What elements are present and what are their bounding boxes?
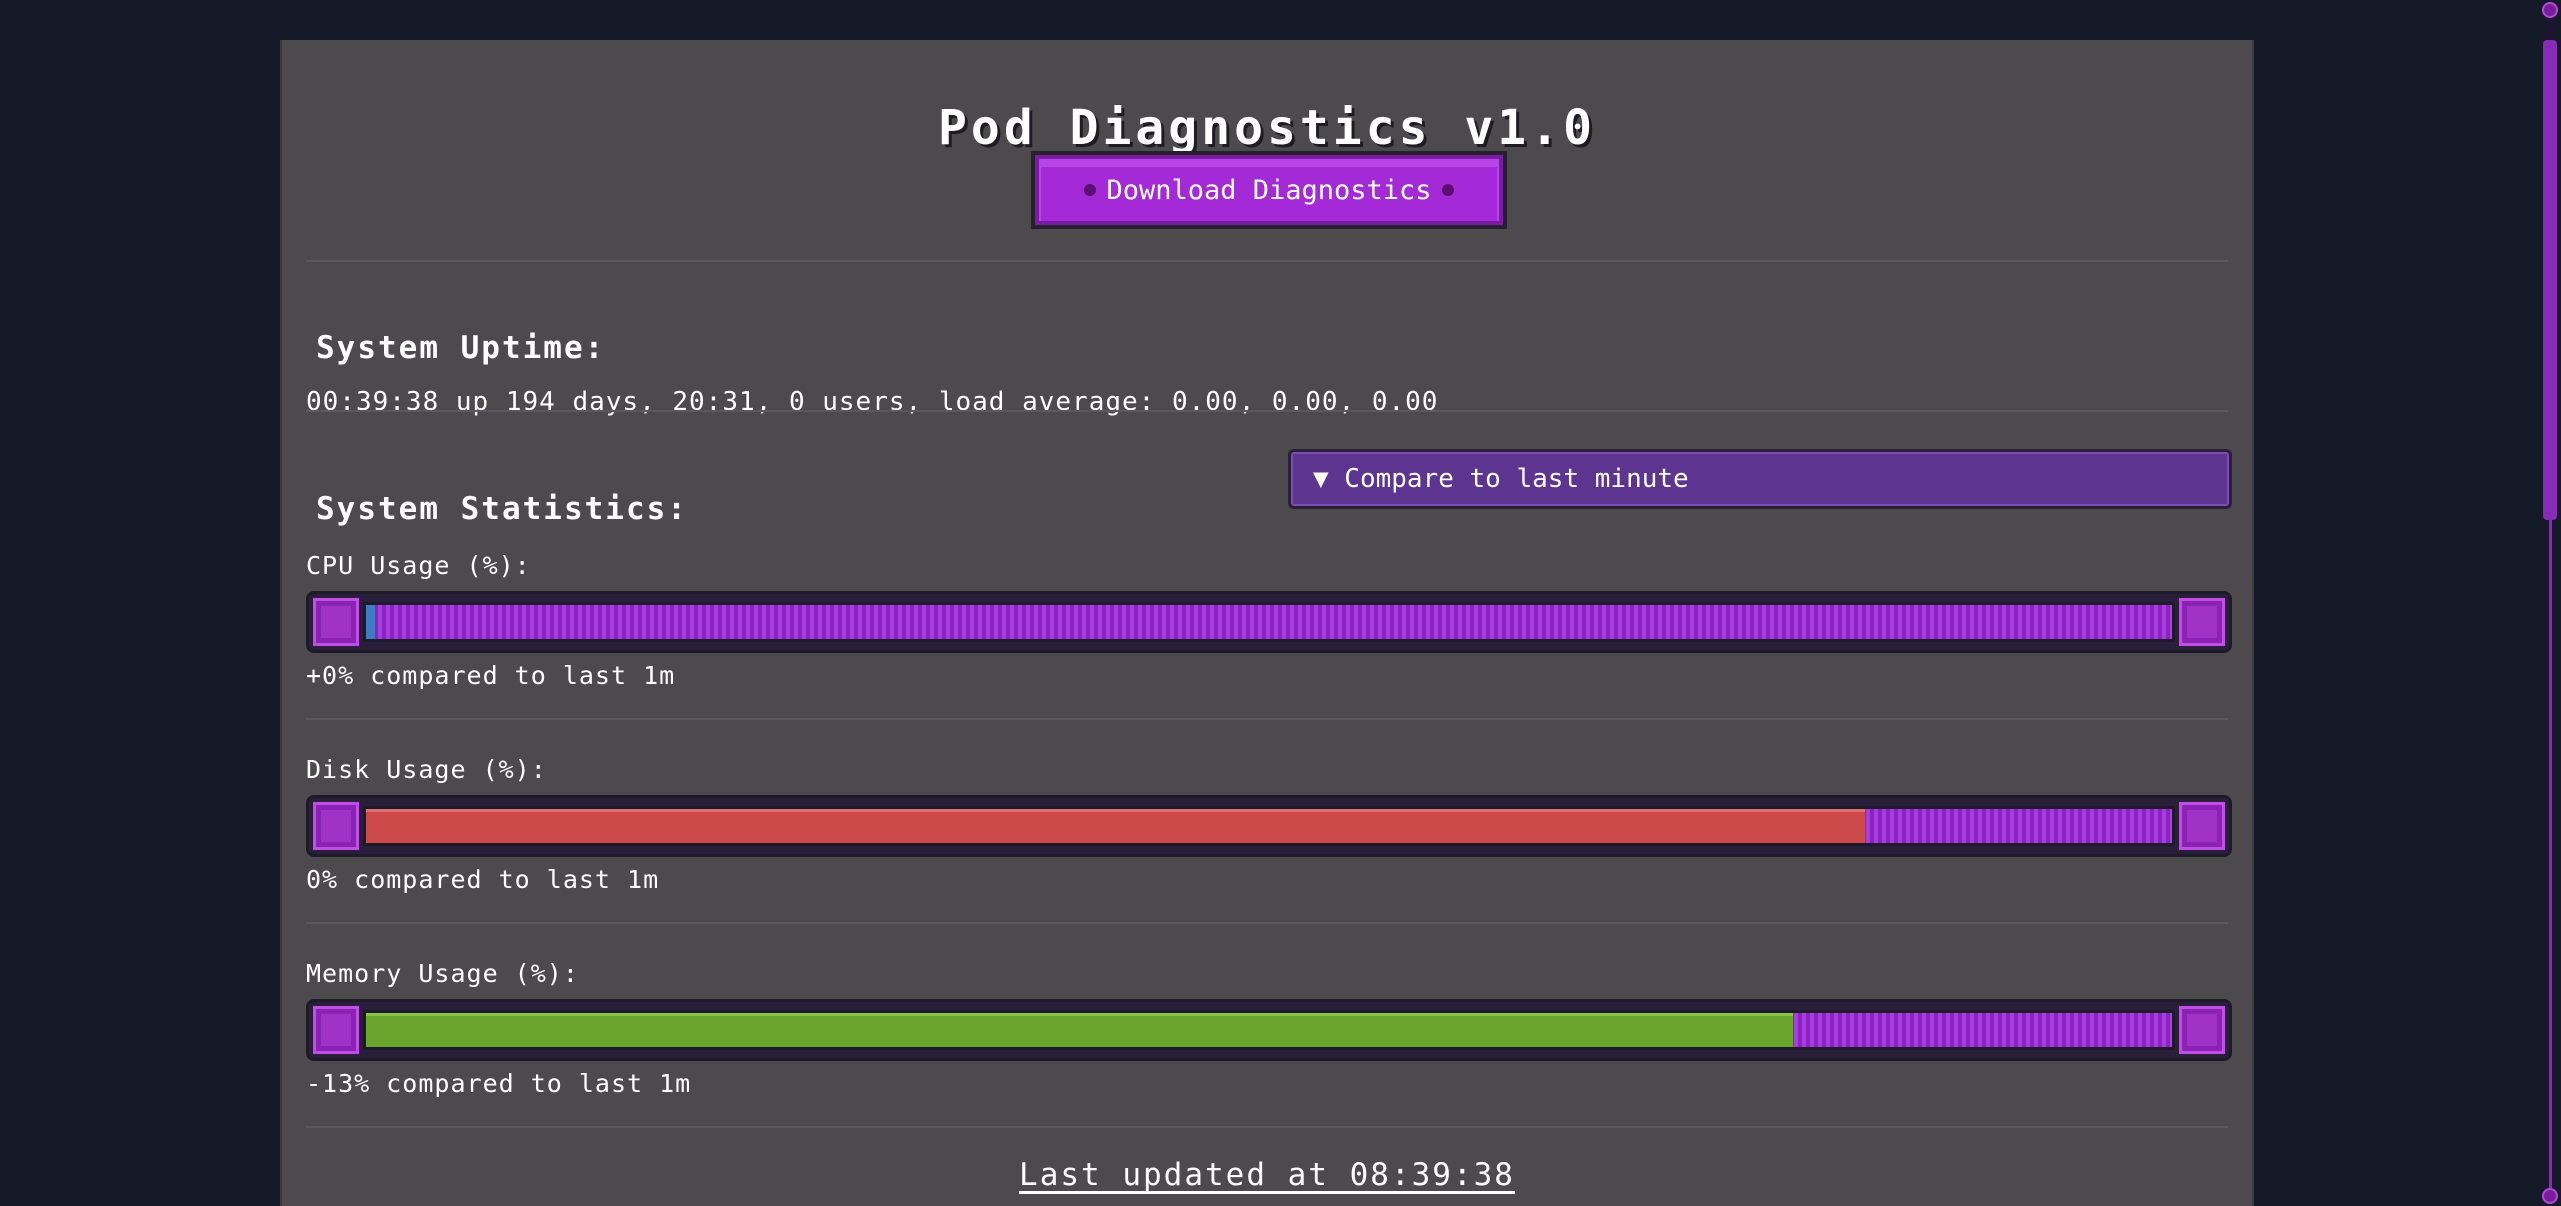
bar-cap-right-icon	[2179, 802, 2225, 850]
uptime-text: 00:39:38 up 194 days, 20:31, 0 users, lo…	[306, 387, 1439, 417]
last-updated-link[interactable]: Last updated at 08:39:38	[282, 1157, 2252, 1193]
divider	[306, 718, 2228, 720]
gem-left-icon	[1084, 184, 1097, 196]
scrollbar[interactable]	[2539, 0, 2561, 1206]
divider	[306, 1126, 2228, 1128]
compare-toggle[interactable]: ▼ Compare to last minute	[1288, 449, 2232, 509]
divider	[306, 922, 2228, 924]
scroll-up-icon[interactable]	[2542, 2, 2558, 18]
uptime-heading: System Uptime:	[316, 330, 606, 366]
memory-usage-fill	[366, 1013, 1793, 1047]
bar-cap-right-icon	[2179, 1006, 2225, 1054]
divider	[306, 410, 2228, 412]
cpu-compare-text: +0% compared to last 1m	[306, 661, 676, 690]
cpu-usage-label: CPU Usage (%):	[306, 551, 531, 580]
disk-compare-text: 0% compared to last 1m	[306, 865, 660, 894]
diagnostics-panel: Pod Diagnostics v1.0 Download Diagnostic…	[280, 40, 2254, 1206]
scrollbar-rail	[2549, 520, 2552, 1192]
bar-track	[363, 1010, 2175, 1050]
disk-usage-fill	[366, 809, 1865, 843]
memory-compare-text: -13% compared to last 1m	[306, 1069, 692, 1098]
page-title: Pod Diagnostics v1.0	[938, 100, 1596, 156]
divider	[306, 260, 2228, 262]
download-diagnostics-label: Download Diagnostics	[1106, 174, 1432, 206]
download-diagnostics-button[interactable]: Download Diagnostics	[1031, 151, 1507, 229]
bar-cap-left-icon	[313, 598, 359, 646]
bar-cap-right-icon	[2179, 598, 2225, 646]
bar-track	[363, 806, 2175, 846]
bar-cap-left-icon	[313, 802, 359, 850]
gem-right-icon	[1441, 184, 1454, 196]
bar-cap-left-icon	[313, 1006, 359, 1054]
statistics-heading: System Statistics:	[316, 491, 688, 527]
disk-usage-label: Disk Usage (%):	[306, 755, 547, 784]
cpu-usage-bar	[306, 591, 2232, 653]
cpu-usage-fill	[366, 605, 376, 639]
memory-usage-bar	[306, 999, 2232, 1061]
disk-usage-bar	[306, 795, 2232, 857]
bar-track	[363, 602, 2175, 642]
compare-toggle-label: ▼ Compare to last minute	[1313, 464, 1689, 494]
memory-usage-label: Memory Usage (%):	[306, 959, 579, 988]
scroll-down-icon[interactable]	[2542, 1188, 2558, 1204]
scrollbar-thumb[interactable]	[2543, 40, 2557, 520]
